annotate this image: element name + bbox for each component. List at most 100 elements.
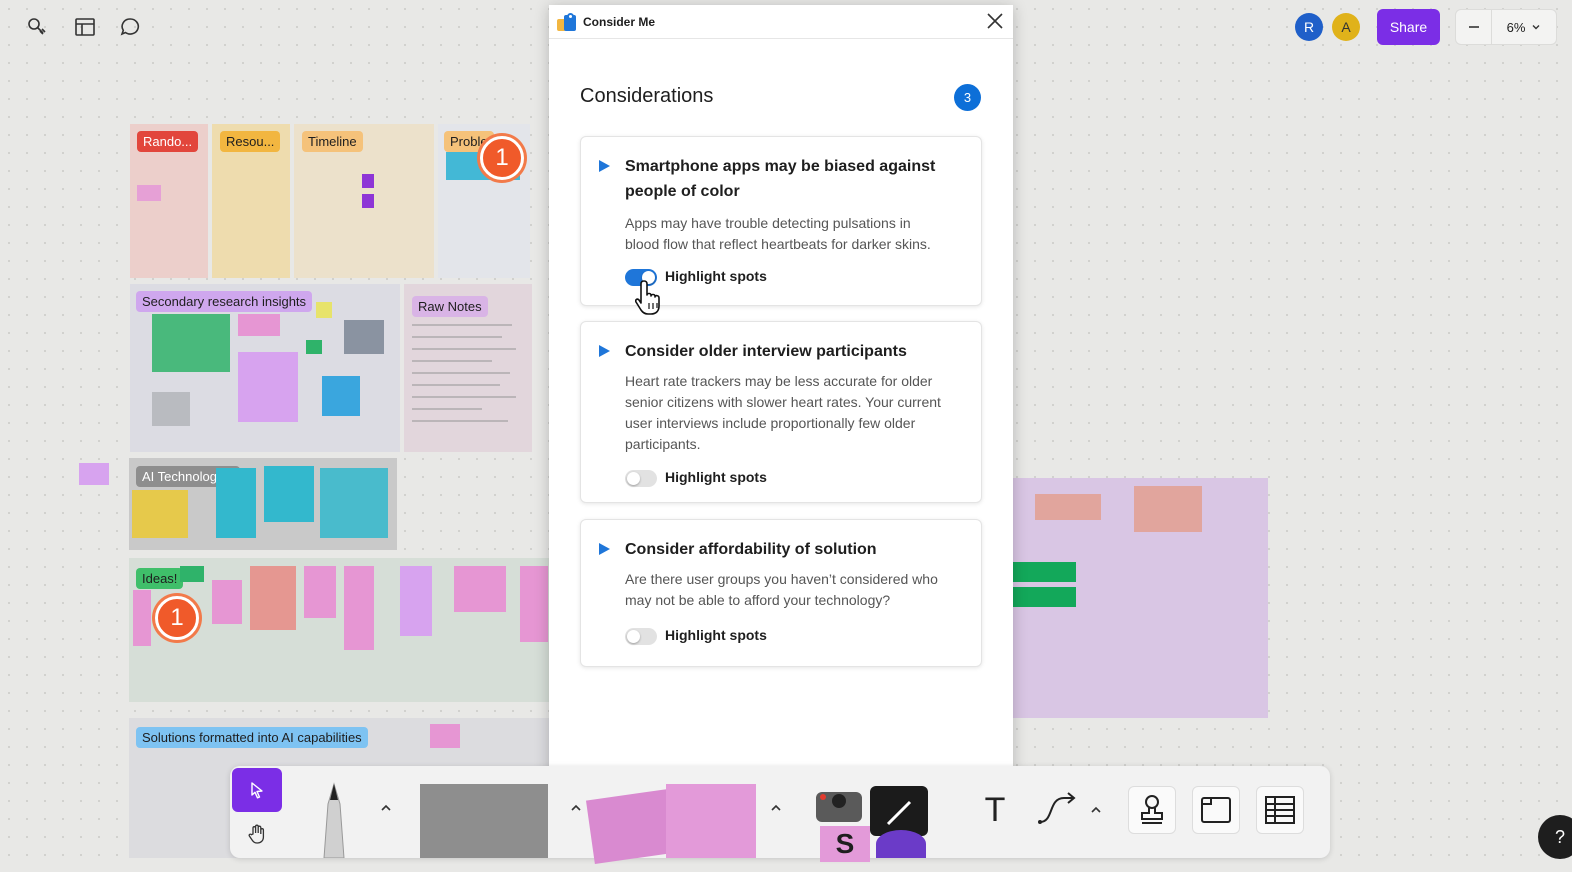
- frame-title-ideas: Ideas!: [136, 568, 184, 589]
- sticky-note: [1035, 494, 1101, 520]
- sticky-note: [306, 340, 322, 354]
- sticky-note: [316, 302, 332, 318]
- connector-icon: [1038, 792, 1076, 824]
- sticky-cluster: [212, 580, 242, 624]
- card-description: Are there user groups you haven’t consid…: [625, 571, 938, 608]
- sticky-note: [362, 174, 374, 188]
- connector-tool[interactable]: [1034, 786, 1082, 834]
- toggle-label: Highlight spots: [665, 268, 767, 284]
- section-icon: [1201, 797, 1231, 823]
- frame-title-timeline: Timeline: [302, 131, 363, 152]
- highlight-count-badge[interactable]: 1: [480, 136, 524, 180]
- sticky-cluster: [304, 566, 336, 618]
- cursor-icon: [251, 782, 263, 799]
- highlight-spots-toggle[interactable]: [625, 470, 657, 487]
- sticky-note: [1134, 486, 1202, 532]
- sticky-cluster: [133, 590, 151, 646]
- card-title: Consider older interview participants: [625, 343, 907, 360]
- sticky-note-tool[interactable]: [585, 784, 756, 864]
- sticky-note: [430, 724, 460, 748]
- sticky-cluster: [238, 352, 298, 422]
- close-icon[interactable]: [985, 11, 1005, 31]
- sticky-note: [79, 463, 109, 485]
- expand-chevron-up-icon[interactable]: [566, 798, 586, 818]
- frame-title-random: Rando...: [137, 131, 199, 152]
- toggle-label: Highlight spots: [665, 627, 767, 643]
- hand-cursor-icon: [634, 279, 665, 320]
- creation-toolbar: S T: [230, 766, 1330, 864]
- frame-title-solutions: Solutions formatted into AI capabilities: [136, 727, 368, 748]
- marker-tool[interactable]: [308, 780, 360, 858]
- stamp-icon: [1141, 795, 1163, 824]
- sticky-cluster: [322, 376, 360, 416]
- frame-title-resources: Resou...: [220, 131, 281, 152]
- sticky-cluster: [400, 566, 432, 636]
- shape-tool[interactable]: [420, 784, 548, 858]
- expand-arrow-icon[interactable]: [599, 160, 610, 172]
- zoom-control: 6%: [1455, 9, 1557, 45]
- sticky-cluster: [238, 314, 280, 336]
- hand-icon: [248, 824, 265, 844]
- frame-title-secondary-research: Secondary research insights: [136, 291, 313, 312]
- sticky-note: [1013, 562, 1076, 582]
- section-tool[interactable]: [1192, 786, 1240, 834]
- chevron-down-icon: [1532, 25, 1540, 30]
- layout-icon[interactable]: [72, 14, 98, 40]
- consideration-card: Smartphone apps may be biased against pe…: [580, 136, 982, 315]
- card-title: Consider affordability of solution: [625, 541, 877, 558]
- sticky-note: [362, 194, 374, 208]
- sticky-note: [180, 566, 204, 582]
- highlight-spots-toggle[interactable]: [625, 628, 657, 645]
- zoom-dropdown[interactable]: 6%: [1492, 20, 1556, 35]
- panel-header: Consider Me: [549, 5, 1013, 39]
- widgets-tool[interactable]: S: [812, 782, 932, 862]
- widget-letter: S: [820, 826, 870, 862]
- sticky-cluster: [454, 566, 506, 612]
- expand-chevron-up-icon[interactable]: [766, 798, 786, 818]
- sticky-cluster: [344, 320, 384, 354]
- sticky-cluster: [152, 392, 190, 426]
- zoom-level: 6%: [1506, 19, 1526, 35]
- card-description: Heart rate trackers may be less accurate…: [625, 373, 941, 452]
- text-tool[interactable]: T: [972, 786, 1018, 834]
- zoom-out-button[interactable]: [1456, 10, 1492, 44]
- highlight-count-badge[interactable]: 1: [155, 596, 199, 640]
- sticky-cluster: [250, 566, 296, 630]
- expand-arrow-icon[interactable]: [599, 345, 610, 357]
- avatar-r[interactable]: R: [1295, 13, 1323, 41]
- toggle-label: Highlight spots: [665, 469, 767, 485]
- marker-icon: [323, 782, 345, 858]
- avatar-a[interactable]: A: [1332, 13, 1360, 41]
- expand-chevron-up-icon[interactable]: [376, 798, 396, 818]
- sticky-note: [1013, 587, 1076, 607]
- sticky-cluster: [152, 314, 230, 372]
- sticky-cluster: [344, 566, 374, 650]
- consideration-card: Consider affordability of solution Are t…: [580, 519, 982, 667]
- ai-actions-icon[interactable]: [24, 14, 50, 40]
- expand-chevron-up-icon[interactable]: [1086, 800, 1106, 820]
- card-description: Apps may have trouble detecting pulsatio…: [625, 215, 931, 252]
- help-button[interactable]: ?: [1538, 815, 1572, 859]
- sticky-cluster: [264, 466, 314, 522]
- sticky-cluster: [216, 468, 256, 538]
- sticky-cluster: [320, 468, 388, 538]
- expand-arrow-icon[interactable]: [599, 543, 610, 555]
- share-button[interactable]: Share: [1377, 9, 1440, 45]
- consideration-card: Consider older interview participants He…: [580, 321, 982, 503]
- sticky-note: [137, 185, 161, 201]
- hand-tool[interactable]: [232, 814, 282, 854]
- table-icon: [1265, 796, 1295, 824]
- card-title: Smartphone apps may be biased against pe…: [625, 158, 936, 200]
- frame-title-raw-notes: Raw Notes: [412, 296, 488, 317]
- considerations-count-badge: 3: [954, 84, 981, 111]
- sticky-cluster: [520, 566, 548, 642]
- app-logo-icon: [557, 12, 577, 31]
- sticky-cluster: [132, 490, 188, 538]
- table-tool[interactable]: [1256, 786, 1304, 834]
- select-tool[interactable]: [232, 768, 282, 812]
- consider-me-panel: Consider Me Considerations 3 Smartphone …: [549, 5, 1013, 777]
- stamp-tool[interactable]: [1128, 786, 1176, 834]
- considerations-heading: Considerations: [580, 85, 714, 107]
- panel-app-name: Consider Me: [583, 14, 656, 29]
- comment-icon[interactable]: [117, 14, 143, 40]
